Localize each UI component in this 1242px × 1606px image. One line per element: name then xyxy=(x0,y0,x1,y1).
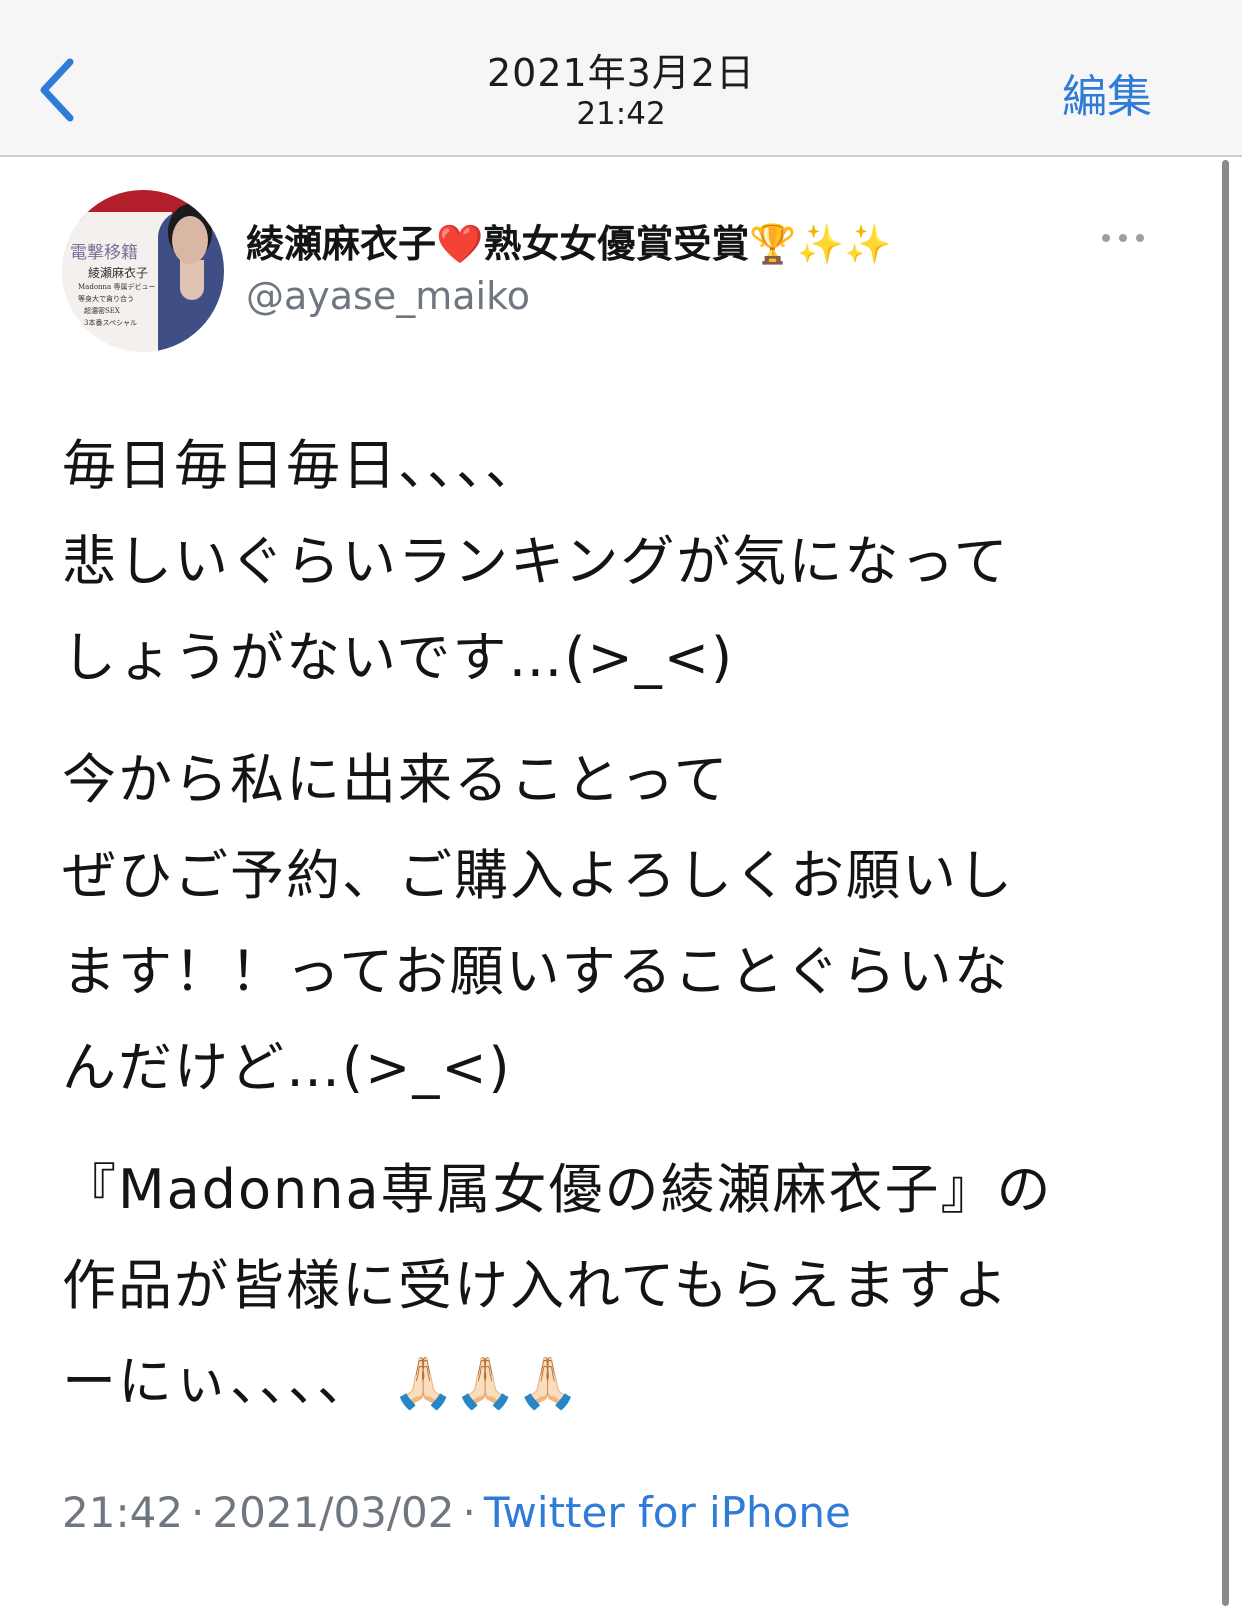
more-options-button[interactable] xyxy=(1100,222,1146,252)
avatar[interactable]: 電撃移籍 綾瀬麻衣子 Madonna 専属デビュー 等身大で貪り合う 超濃密SE… xyxy=(62,190,224,352)
tweet-paragraph: 今から私に出来ることって ぜひご予約、ご購入よろしくお願いし ます！！ってお願い… xyxy=(62,748,1014,1099)
meta-separator: · xyxy=(462,1488,476,1537)
trophy-icon: 🏆 xyxy=(749,222,797,266)
praying-hands-icon: 🙏🏻🙏🏻🙏🏻 xyxy=(392,1354,579,1412)
avatar-text: 綾瀬麻衣子 xyxy=(88,266,149,280)
avatar-text: 等身大で貪り合う xyxy=(78,295,134,303)
author-handle[interactable]: @ayase_maiko xyxy=(246,274,530,318)
tweet-date: 2021/03/02 xyxy=(212,1488,455,1537)
author-display-name[interactable]: 綾瀬麻衣子❤️熟女女優賞受賞🏆✨✨ xyxy=(246,213,891,268)
avatar-text: Madonna 専属デビュー xyxy=(78,283,156,291)
scrollbar[interactable] xyxy=(1220,160,1232,1606)
avatar-text: 電撃移籍 xyxy=(70,243,138,263)
tweet-meta: 21:42 · 2021/03/02 · Twitter for iPhone xyxy=(62,1488,851,1537)
more-dot-icon xyxy=(1102,234,1110,242)
nav-time: 21:42 xyxy=(576,96,666,132)
avatar-text: 超濃密SEX xyxy=(84,307,120,315)
navigation-bar: 2021年3月2日 21:42 編集 xyxy=(0,0,1242,157)
meta-separator: · xyxy=(191,1488,205,1537)
nav-date: 2021年3月2日 xyxy=(486,51,756,95)
tweet-text: 毎日毎日毎日、、、、 悲しいぐらいランキングが気になって しょうがないです…(>… xyxy=(62,418,1172,1457)
tweet-paragraph: 毎日毎日毎日、、、、 悲しいぐらいランキングが気になって しょうがないです…(>… xyxy=(62,434,1010,689)
tweet-client-link[interactable]: Twitter for iPhone xyxy=(484,1488,851,1537)
tweet-time: 21:42 xyxy=(62,1488,184,1537)
avatar-person-neck xyxy=(180,260,204,300)
author-name-badge: 熟女女優賞受賞 xyxy=(483,222,750,266)
heart-icon: ❤️ xyxy=(436,222,484,266)
more-dot-icon xyxy=(1136,234,1144,242)
edit-button[interactable]: 編集 xyxy=(1062,60,1152,125)
more-dot-icon xyxy=(1119,234,1127,242)
sparkles-icon: ✨✨ xyxy=(796,222,892,266)
tweet-paragraph: 『Madonna専属女優の綾瀬麻衣子』の 作品が皆様に受け入れてもらえますよ ー… xyxy=(62,1142,1172,1431)
avatar-person-head xyxy=(172,216,208,264)
author-name-text: 綾瀬麻衣子 xyxy=(246,222,437,266)
avatar-text: 3本番スペシャル xyxy=(84,319,137,327)
scrollbar-thumb[interactable] xyxy=(1222,160,1229,1606)
